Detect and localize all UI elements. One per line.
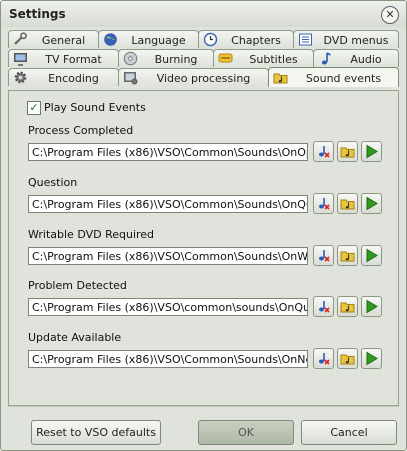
tab-tv-format[interactable]: TV Format bbox=[8, 49, 119, 67]
globe-icon bbox=[104, 33, 117, 46]
sound-path-input[interactable]: C:\Program Files (x86)\VSO\Common\Sounds… bbox=[28, 247, 308, 265]
tab-subtitles[interactable]: Subtitles bbox=[213, 49, 314, 67]
event-label-process-completed: Process Completed bbox=[28, 124, 134, 137]
tab-audio[interactable]: Audio bbox=[313, 49, 399, 67]
tab-video-processing[interactable]: Video processing bbox=[118, 68, 269, 86]
event-label-problem-detected: Problem Detected bbox=[28, 279, 127, 292]
tab-general-label: General bbox=[41, 34, 86, 47]
sound-path-input[interactable]: C:\Program Files (x86)\VSO\Common\Sounds… bbox=[28, 195, 308, 213]
play-icon bbox=[366, 299, 378, 314]
subtitle-icon bbox=[218, 53, 233, 63]
tab-chapters-label: Chapters bbox=[231, 34, 281, 47]
tab-sound-events[interactable]: Sound events bbox=[268, 67, 399, 87]
browse-sound-button[interactable] bbox=[337, 348, 358, 369]
event-label-update-available: Update Available bbox=[28, 331, 122, 344]
checkmark-icon: ✓ bbox=[27, 101, 41, 115]
note-edit-icon bbox=[319, 198, 330, 210]
tab-language-label: Language bbox=[131, 34, 186, 47]
close-icon: ✕ bbox=[385, 8, 395, 21]
window-title: Settings bbox=[9, 7, 66, 21]
event-label-question: Question bbox=[28, 176, 78, 189]
tab-audio-label: Audio bbox=[350, 53, 382, 66]
sound-settings-button[interactable] bbox=[313, 193, 334, 214]
footer-divider bbox=[8, 406, 399, 407]
play-icon bbox=[366, 144, 378, 159]
note-edit-icon bbox=[319, 250, 330, 262]
tab-tv-format-label: TV Format bbox=[45, 53, 102, 66]
play-sound-button[interactable] bbox=[361, 193, 382, 214]
tab-language[interactable]: Language bbox=[98, 30, 199, 48]
folder-note-icon bbox=[340, 354, 355, 365]
note-edit-icon bbox=[319, 146, 330, 158]
tab-dvd-menus-label: DVD menus bbox=[323, 34, 389, 47]
clock-icon bbox=[203, 32, 218, 47]
browse-sound-button[interactable] bbox=[337, 141, 358, 162]
folder-note-icon bbox=[340, 302, 355, 313]
sound-settings-button[interactable] bbox=[313, 296, 334, 317]
note-edit-icon bbox=[319, 353, 330, 365]
tab-encoding[interactable]: Encoding bbox=[8, 68, 119, 86]
folder-note-icon bbox=[340, 251, 355, 262]
play-icon bbox=[366, 248, 378, 263]
play-icon bbox=[366, 196, 378, 211]
sound-path-input[interactable]: C:\Program Files (x86)\VSO\common\sounds… bbox=[28, 298, 308, 316]
event-label-writable-dvd-required: Writable DVD Required bbox=[28, 228, 155, 241]
folder-note-icon bbox=[340, 199, 355, 210]
sound-path-input[interactable]: C:\Program Files (x86)\VSO\Common\Sounds… bbox=[28, 143, 308, 161]
tab-video-processing-label: Video processing bbox=[156, 72, 251, 85]
play-sound-button[interactable] bbox=[361, 348, 382, 369]
tab-general[interactable]: General bbox=[8, 30, 99, 48]
music-note-icon bbox=[321, 52, 331, 65]
close-button[interactable]: ✕ bbox=[381, 6, 399, 24]
folder-note-icon bbox=[273, 73, 288, 84]
sound-settings-button[interactable] bbox=[313, 141, 334, 162]
tab-encoding-label: Encoding bbox=[48, 72, 99, 85]
tab-chapters[interactable]: Chapters bbox=[198, 30, 294, 48]
wrench-icon bbox=[14, 32, 27, 45]
tab-burning-label: Burning bbox=[154, 53, 198, 66]
tab-subtitles-label: Subtitles bbox=[249, 53, 298, 66]
menu-list-icon bbox=[299, 33, 312, 46]
play-sound-button[interactable] bbox=[361, 141, 382, 162]
play-icon bbox=[366, 351, 378, 366]
gear-icon bbox=[14, 71, 27, 84]
sound-settings-button[interactable] bbox=[313, 348, 334, 369]
tab-sound-events-label: Sound events bbox=[305, 72, 382, 85]
folder-note-icon bbox=[340, 147, 355, 158]
play-sound-button[interactable] bbox=[361, 296, 382, 317]
tv-icon bbox=[14, 53, 27, 66]
disc-icon bbox=[123, 51, 138, 66]
settings-window: Settings ✕ General Language Chapters DVD… bbox=[0, 0, 407, 451]
cancel-button[interactable]: Cancel bbox=[301, 420, 397, 445]
tab-dvd-menus[interactable]: DVD menus bbox=[293, 30, 399, 48]
title-bar: Settings ✕ bbox=[1, 1, 406, 27]
ok-button[interactable]: OK bbox=[198, 420, 294, 445]
sound-settings-button[interactable] bbox=[313, 245, 334, 266]
play-sound-button[interactable] bbox=[361, 245, 382, 266]
reset-defaults-button[interactable]: Reset to VSO defaults bbox=[31, 420, 161, 445]
browse-sound-button[interactable] bbox=[337, 245, 358, 266]
browse-sound-button[interactable] bbox=[337, 193, 358, 214]
note-edit-icon bbox=[319, 301, 330, 313]
play-sound-events-label: Play Sound Events bbox=[44, 101, 146, 114]
tab-burning[interactable]: Burning bbox=[118, 49, 214, 67]
browse-sound-button[interactable] bbox=[337, 296, 358, 317]
video-process-icon bbox=[124, 72, 138, 85]
sound-path-input[interactable]: C:\Program Files (x86)\VSO\Common\Sounds… bbox=[28, 350, 308, 368]
